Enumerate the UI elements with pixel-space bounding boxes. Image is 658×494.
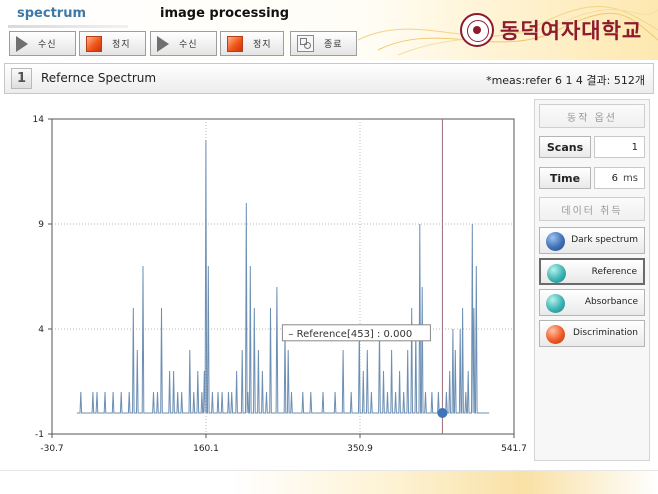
stop-icon [227,35,243,52]
receive-button-2[interactable]: 수신 [150,31,217,56]
play-icon [16,35,28,52]
reference-label: Reference [591,267,637,277]
discrimination-ball-icon [546,325,565,344]
stop-label-2: 정지 [253,40,272,50]
university-logo: 동덕여자대학교 [460,10,650,50]
discrimination-label: Discrimination [573,328,638,338]
tab-image-processing[interactable]: image processing [160,6,289,21]
cursor-marker [437,408,448,418]
operation-options-button[interactable]: 동작 옵션 [539,104,645,128]
acquire-data-button[interactable]: 데이터 취득 [539,197,645,221]
time-label: Time [539,167,591,189]
tab-underline [8,25,128,28]
panel-number: 1 [11,68,32,89]
reference-ball-icon [547,264,566,283]
exit-icon [297,35,314,52]
result-status: *meas:refer 6 1 4 결과: 512개 [486,74,645,87]
absorbance-ball-icon [546,294,565,313]
absorbance-button[interactable]: Absorbance [539,289,645,316]
reference-button[interactable]: Reference [539,258,645,285]
scans-field[interactable]: 1 [594,136,645,158]
dark-spectrum-button[interactable]: Dark spectrum [539,227,645,254]
play-icon [157,35,169,52]
panel-header: 1 Refernce Spectrum *meas:refer 6 1 4 결과… [4,63,654,94]
control-panel: 동작 옵션 Scans 1 Time 6 ms 데이터 취득 Dark spec… [534,99,650,461]
footer-banner [0,470,658,494]
exit-button[interactable]: 종료 [290,31,357,56]
stop-button-1[interactable]: 정지 [79,31,146,56]
spectrum-chart[interactable]: -30.7 160.1 350.9 541.7 -1 4 9 14 – Reference[45… [4,96,532,462]
panel-title: Refernce Spectrum [41,71,157,85]
plot-area [51,118,515,435]
scans-label: Scans [539,136,591,158]
exit-label: 종료 [324,40,343,50]
y-tick-label: 14 [33,115,45,125]
y-tick-label: 9 [38,220,44,230]
stop-icon [86,35,102,52]
x-tick-label: 160.1 [193,444,219,454]
time-value: 6 [611,172,619,184]
tab-spectrum[interactable]: spectrum [17,6,86,21]
tooltip-text: – Reference[453] : 0.000 [288,329,412,340]
time-unit: ms [623,172,638,184]
x-tick-label: 350.9 [347,444,373,454]
receive-button-1[interactable]: 수신 [9,31,76,56]
y-tick-label: -1 [35,430,44,440]
stop-button-2[interactable]: 정지 [220,31,284,56]
time-field[interactable]: 6 ms [594,167,645,189]
x-tick-label: -30.7 [40,444,63,454]
receive-label-2: 수신 [179,40,198,50]
receive-label-1: 수신 [38,40,57,50]
dark-ball-icon [546,232,565,251]
cursor-tooltip: – Reference[453] : 0.000 [281,324,431,342]
university-seal-icon [460,13,494,47]
top-banner: spectrum image processing 수신 정지 수신 정지 종료… [0,0,658,60]
dark-spectrum-label: Dark spectrum [571,235,638,245]
absorbance-label: Absorbance [584,297,638,307]
y-tick-label: 4 [38,325,44,335]
university-name: 동덕여자대학교 [500,18,643,43]
discrimination-button[interactable]: Discrimination [539,320,645,347]
stop-label-1: 정지 [112,40,131,50]
x-tick-label: 541.7 [501,444,527,454]
scans-value: 1 [631,141,638,153]
